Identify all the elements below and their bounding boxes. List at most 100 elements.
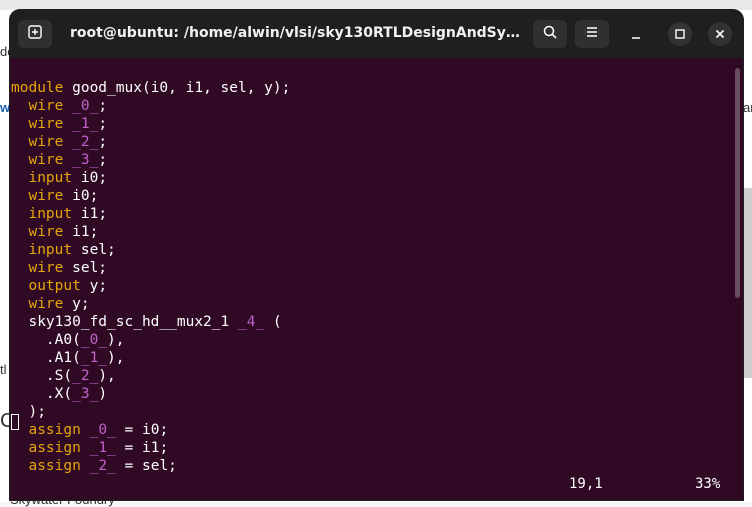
code-line: .A0(_0_), (11, 331, 290, 349)
code-text: ), (107, 332, 125, 348)
code-line: wire i1; (11, 223, 290, 241)
new-tab-button[interactable] (18, 20, 52, 48)
close-button[interactable] (708, 22, 732, 46)
keyword-token: wire (28, 296, 64, 312)
code-line: assign _2_ = sel; (11, 457, 290, 475)
identifier-token: _4_ (237, 314, 265, 330)
maximize-button[interactable] (668, 22, 692, 46)
keyword-token: assign (28, 440, 81, 456)
code-text: i0; (63, 188, 99, 204)
code-text: y; (63, 296, 90, 312)
keyword-token: assign (28, 422, 81, 438)
hamburger-menu-icon (584, 24, 600, 44)
search-button[interactable] (533, 20, 567, 48)
keyword-token: output (28, 278, 81, 294)
identifier-token: _0_ (80, 332, 108, 348)
code-text: i0; (72, 170, 108, 186)
identifier-token: _1_ (80, 350, 108, 366)
code-text: ), (98, 368, 116, 384)
identifier-token: _2_ (72, 134, 99, 150)
code-line: assign _0_ = i0; (11, 421, 290, 439)
code-line: .A1(_1_), (11, 349, 290, 367)
new-tab-icon (27, 24, 43, 44)
code-line: output y; (11, 277, 290, 295)
background-scrollbar[interactable] (743, 188, 752, 378)
keyword-token: wire (28, 98, 64, 114)
window-title: root@ubuntu: /home/alwin/vlsi/sky130RTLD… (70, 25, 522, 41)
code-line: wire _3_; (11, 151, 290, 169)
code-text: .S( (11, 368, 73, 384)
code-line: wire _0_; (11, 97, 290, 115)
code-line: wire y; (11, 295, 290, 313)
code-line: wire sel; (11, 259, 290, 277)
keyword-token: input (28, 242, 73, 258)
keyword-token: wire (28, 134, 64, 150)
code-line: input sel; (11, 241, 290, 259)
background-text-fragment: an (743, 100, 752, 115)
code-text: ( (264, 314, 282, 330)
identifier-token: _0_ (72, 98, 99, 114)
code-text: sel; (63, 260, 108, 276)
keyword-token: assign (28, 458, 81, 474)
code-line: .S(_2_), (11, 367, 290, 385)
code-text: = i0; (115, 422, 169, 438)
code-text: = i1; (115, 440, 169, 456)
identifier-token: _3_ (72, 386, 99, 402)
terminal-window: root@ubuntu: /home/alwin/vlsi/sky130RTLD… (10, 10, 743, 500)
terminal-editor-area[interactable]: module good_mux(i0, i1, sel, y); wire _0… (10, 58, 743, 500)
minimize-button[interactable] (624, 22, 648, 46)
identifier-token: _0_ (89, 422, 116, 438)
code-text: .A1( (11, 350, 81, 366)
menu-button[interactable] (575, 20, 609, 48)
background-text-fragment: w (0, 100, 11, 115)
code-line: sky130_fd_sc_hd__mux2_1 _4_ ( (11, 313, 290, 331)
titlebar: root@ubuntu: /home/alwin/vlsi/sky130RTLD… (10, 10, 743, 58)
code-text: ; (98, 134, 108, 150)
maximize-icon (674, 25, 686, 44)
cursor-position: 19,1 (569, 476, 603, 492)
background-text-fragment: tl (0, 362, 7, 377)
minimize-icon (630, 25, 642, 44)
code-line: assign _1_ = i1; (11, 439, 290, 457)
code-text: sky130_fd_sc_hd__mux2_1 (11, 314, 238, 330)
code-line: input i0; (11, 169, 290, 187)
keyword-token: wire (28, 224, 64, 240)
keyword-token: wire (28, 152, 64, 168)
code-text: y; (80, 278, 108, 294)
keyword-token: wire (28, 260, 64, 276)
code-line: module good_mux(i0, i1, sel, y); (11, 79, 290, 97)
keyword-token: module (11, 80, 64, 96)
scroll-percent: 33% (695, 476, 721, 492)
terminal-scrollbar[interactable] (735, 68, 740, 298)
code-text: .A0( (11, 332, 81, 348)
keyword-token: wire (28, 188, 64, 204)
code-text: ) (98, 386, 108, 402)
code-text: ; (98, 116, 108, 132)
code-line: wire _1_; (11, 115, 290, 133)
code-text: ; (98, 152, 108, 168)
close-icon (714, 25, 726, 44)
identifier-token: _1_ (89, 440, 116, 456)
code-line: wire _2_; (11, 133, 290, 151)
text-cursor (11, 414, 19, 430)
code-line: wire i0; (11, 187, 290, 205)
keyword-token: input (28, 170, 73, 186)
background-toolbar (0, 0, 752, 10)
search-icon (542, 24, 558, 44)
